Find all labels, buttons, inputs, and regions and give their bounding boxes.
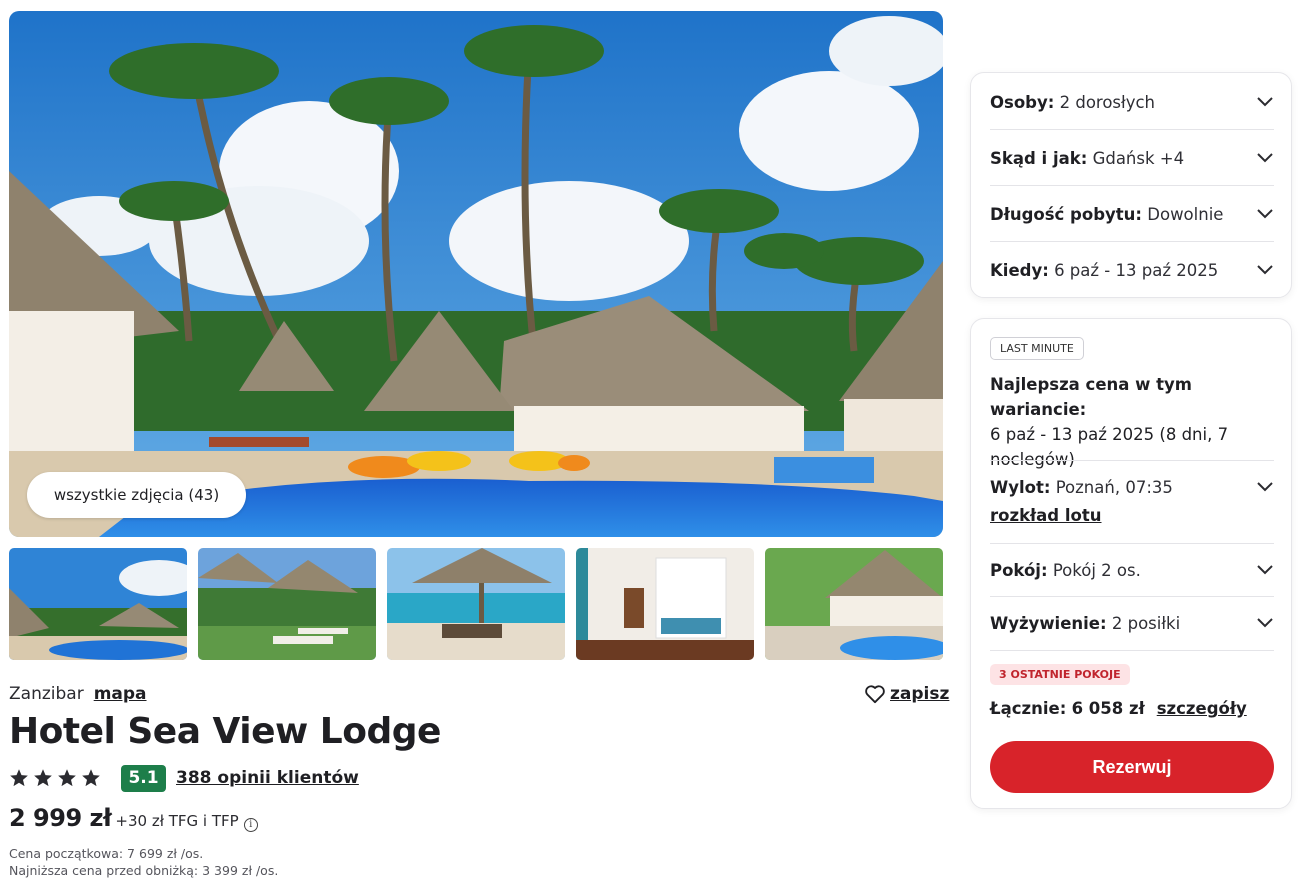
room-selector[interactable]: Pokój: Pokój 2 os. <box>990 557 1274 583</box>
thumbnail-strip <box>9 548 943 660</box>
total-value: 6 058 zł <box>1071 699 1145 718</box>
chevron-down-icon <box>1257 565 1273 575</box>
flight-label: Wylot: <box>990 477 1051 497</box>
hotel-name: Hotel Sea View Lodge <box>9 711 441 752</box>
divider <box>990 129 1274 130</box>
departure-value: Gdańsk +4 <box>1092 148 1185 168</box>
chevron-down-icon <box>1257 482 1273 492</box>
persons-label: Osoby: <box>990 92 1055 112</box>
star-icon <box>82 769 100 787</box>
thumbnail-1[interactable] <box>9 548 187 660</box>
departure-selector[interactable]: Skąd i jak: Gdańsk +4 <box>990 145 1274 171</box>
date-label: Kiedy: <box>990 260 1049 280</box>
reviews-link[interactable]: 388 opinii klientów <box>176 768 359 788</box>
thumbnail-5[interactable] <box>765 548 943 660</box>
best-price-info: Najlepsza cena w tym wariancie: 6 paź - … <box>990 372 1274 472</box>
chevron-down-icon <box>1257 153 1273 163</box>
search-filters-card: Osoby: 2 dorosłych Skąd i jak: Gdańsk +4… <box>970 72 1292 298</box>
save-label: zapisz <box>890 684 950 704</box>
save-button[interactable]: zapisz <box>864 684 949 704</box>
hotel-stars <box>9 768 101 788</box>
offer-card: LAST MINUTE Najlepsza cena w tym warianc… <box>970 318 1292 809</box>
thumbnail-3[interactable] <box>387 548 565 660</box>
flight-schedule-link[interactable]: rozkład lotu <box>990 506 1102 525</box>
last-minute-badge: LAST MINUTE <box>990 337 1084 360</box>
price-row: 2 999 zł +30 zł TFG i TFP i <box>9 804 258 832</box>
main-photo[interactable]: wszystkie zdjęcia (43) <box>9 11 943 537</box>
room-value: Pokój 2 os. <box>1052 560 1141 580</box>
details-link[interactable]: szczegóły <box>1157 699 1247 718</box>
divider <box>990 185 1274 186</box>
book-button[interactable]: Rezerwuj <box>990 741 1274 793</box>
price-fees: +30 zł TFG i TFP <box>115 812 239 830</box>
board-label: Wyżywienie: <box>990 613 1107 633</box>
chevron-down-icon <box>1257 209 1273 219</box>
chevron-down-icon <box>1257 265 1273 275</box>
flight-selector[interactable]: Wylot: Poznań, 07:35 <box>990 474 1274 500</box>
score-badge: 5.1 <box>121 764 166 792</box>
star-icon <box>34 769 52 787</box>
divider <box>990 543 1274 544</box>
rooms-left-badge: 3 OSTATNIE POKOJE <box>990 664 1130 685</box>
chevron-down-icon <box>1257 97 1273 107</box>
board-selector[interactable]: Wyżywienie: 2 posiłki <box>990 610 1274 636</box>
departure-label: Skąd i jak: <box>990 148 1088 168</box>
heart-icon <box>865 685 885 704</box>
all-photos-button[interactable]: wszystkie zdjęcia (43) <box>27 472 246 518</box>
info-icon[interactable]: i <box>243 818 258 832</box>
divider <box>990 460 1274 461</box>
room-label: Pokój: <box>990 560 1048 580</box>
persons-selector[interactable]: Osoby: 2 dorosłych <box>990 89 1274 115</box>
thumbnail-2[interactable] <box>198 548 376 660</box>
divider <box>990 241 1274 242</box>
initial-price-note: Cena początkowa: 7 699 zł /os. <box>9 846 204 861</box>
duration-value: Dowolnie <box>1147 204 1224 224</box>
best-price-label: Najlepsza cena w tym wariancie: <box>990 375 1192 419</box>
total-price-row: Łącznie: 6 058 zł szczegóły <box>990 699 1247 718</box>
flight-value: Poznań, 07:35 <box>1055 477 1173 497</box>
thumbnail-4[interactable] <box>576 548 754 660</box>
total-label: Łącznie: <box>990 699 1067 718</box>
star-icon <box>10 769 28 787</box>
divider <box>990 650 1274 651</box>
best-price-dates: 6 paź - 13 paź 2025 (8 dni, 7 noclegów) <box>990 425 1229 469</box>
rating-row: 5.1 388 opinii klientów <box>9 764 359 792</box>
lowest-price-note: Najniższa cena przed obniżką: 3 399 zł /… <box>9 863 279 878</box>
date-selector[interactable]: Kiedy: 6 paź - 13 paź 2025 <box>990 257 1274 283</box>
duration-label: Długość pobytu: <box>990 204 1143 224</box>
location-name: Zanzibar <box>9 684 84 704</box>
divider <box>990 596 1274 597</box>
board-value: 2 posiłki <box>1111 613 1181 633</box>
location-row: Zanzibar mapa <box>9 684 147 704</box>
date-value: 6 paź - 13 paź 2025 <box>1054 260 1219 280</box>
map-link[interactable]: mapa <box>94 684 147 704</box>
price-per-person: 2 999 zł <box>9 804 112 832</box>
star-icon <box>58 769 76 787</box>
duration-selector[interactable]: Długość pobytu: Dowolnie <box>990 201 1274 227</box>
chevron-down-icon <box>1257 618 1273 628</box>
persons-value: 2 dorosłych <box>1059 92 1156 112</box>
